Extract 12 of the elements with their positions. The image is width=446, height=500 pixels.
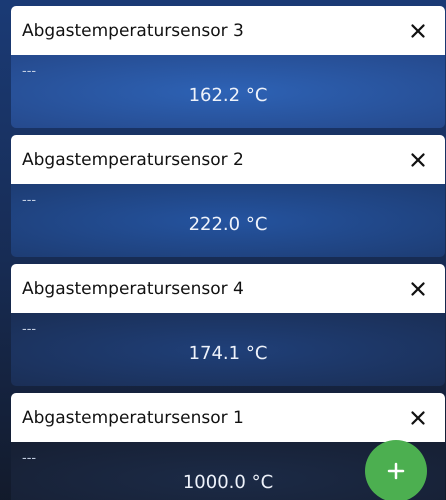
temperature-value: 222.0 °C [188, 214, 268, 235]
temperature-value: 1000.0 °C [182, 472, 274, 493]
temperature-value: 162.2 °C [188, 85, 268, 106]
sensor-name: Abgastemperatursensor 1 [22, 408, 244, 428]
sensor-name: Abgastemperatursensor 3 [22, 20, 244, 40]
status-text: --- [22, 194, 36, 208]
status-text: --- [22, 452, 36, 466]
temperature-value: 174.1 °C [188, 343, 268, 364]
sensor-name: Abgastemperatursensor 2 [22, 150, 244, 170]
sensor-name: Abgastemperatursensor 4 [22, 278, 244, 298]
status-text: --- [22, 65, 36, 79]
status-text: --- [22, 323, 36, 337]
